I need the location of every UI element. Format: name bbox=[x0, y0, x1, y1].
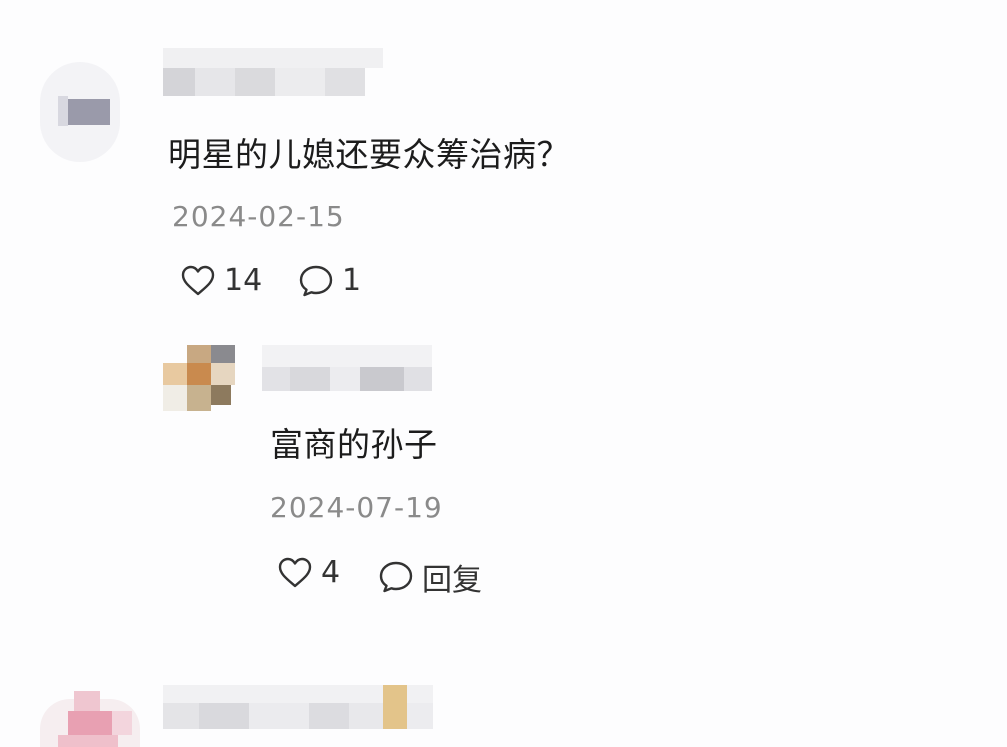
reply-count-button[interactable]: 1 bbox=[298, 263, 361, 298]
like-count: 14 bbox=[224, 263, 263, 298]
like-count: 4 bbox=[321, 555, 341, 590]
reply-date: 2024-07-19 bbox=[270, 491, 443, 524]
avatar[interactable] bbox=[163, 345, 235, 415]
reply-text: 富商的孙子 bbox=[270, 425, 438, 464]
comment-date: 2024-02-15 bbox=[172, 200, 345, 233]
reply-button[interactable]: 回复 bbox=[378, 555, 482, 599]
heart-icon bbox=[277, 557, 313, 589]
avatar[interactable] bbox=[40, 62, 120, 162]
username-blurred[interactable] bbox=[262, 345, 432, 391]
reply-count: 1 bbox=[342, 263, 362, 298]
heart-icon bbox=[180, 265, 216, 297]
chat-bubble-icon bbox=[378, 560, 414, 594]
like-button[interactable]: 14 bbox=[180, 263, 262, 298]
username-blurred[interactable] bbox=[163, 48, 383, 100]
username-blurred[interactable] bbox=[163, 685, 433, 731]
avatar[interactable] bbox=[40, 685, 140, 747]
chat-bubble-icon bbox=[298, 264, 334, 298]
like-button[interactable]: 4 bbox=[277, 555, 340, 590]
comment-text: 明星的儿媳还要众筹治病？ bbox=[168, 135, 570, 174]
reply-label: 回复 bbox=[422, 563, 482, 598]
